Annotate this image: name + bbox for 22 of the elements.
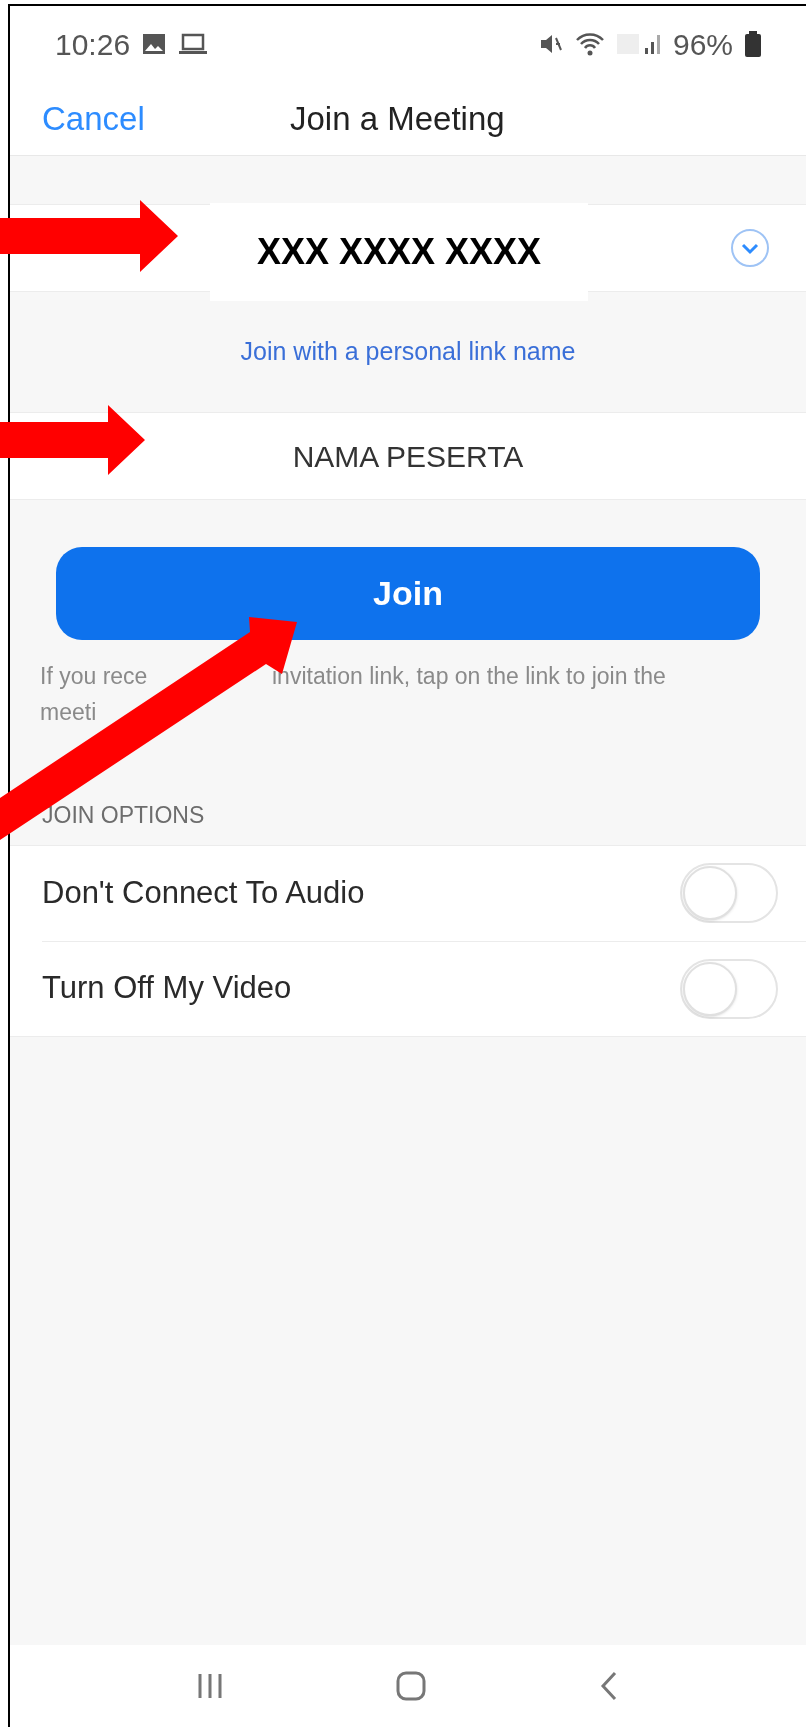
help-text: invitation link, tap on the link to join the	[272, 662, 666, 691]
toggle-switch[interactable]	[680, 863, 778, 923]
laptop-icon	[178, 33, 209, 55]
section-heading: JOIN OPTIONS	[42, 801, 206, 830]
personal-link[interactable]: Join with a personal link name	[240, 333, 576, 371]
battery-percent: 96%	[672, 26, 733, 63]
battery-icon	[745, 31, 761, 57]
home-icon[interactable]	[395, 1670, 427, 1702]
screen-title: Join a Meeting	[290, 98, 505, 139]
join-button[interactable]: Join	[56, 547, 760, 640]
wifi-icon	[574, 32, 605, 56]
status-time: 10:26	[55, 26, 131, 63]
option-label: Don't Connect To Audio	[42, 873, 365, 912]
signal-icon	[616, 32, 661, 56]
help-text: If you rece	[40, 663, 148, 689]
image-icon	[142, 33, 167, 55]
meeting-id-field[interactable]: XXX XXXX XXXX	[210, 203, 588, 301]
option-label: Turn Off My Video	[42, 969, 292, 1008]
dropdown-icon[interactable]	[730, 228, 770, 268]
help-text: meeti	[40, 698, 97, 727]
mute-icon	[538, 32, 563, 56]
cancel-button[interactable]: Cancel	[42, 93, 145, 144]
